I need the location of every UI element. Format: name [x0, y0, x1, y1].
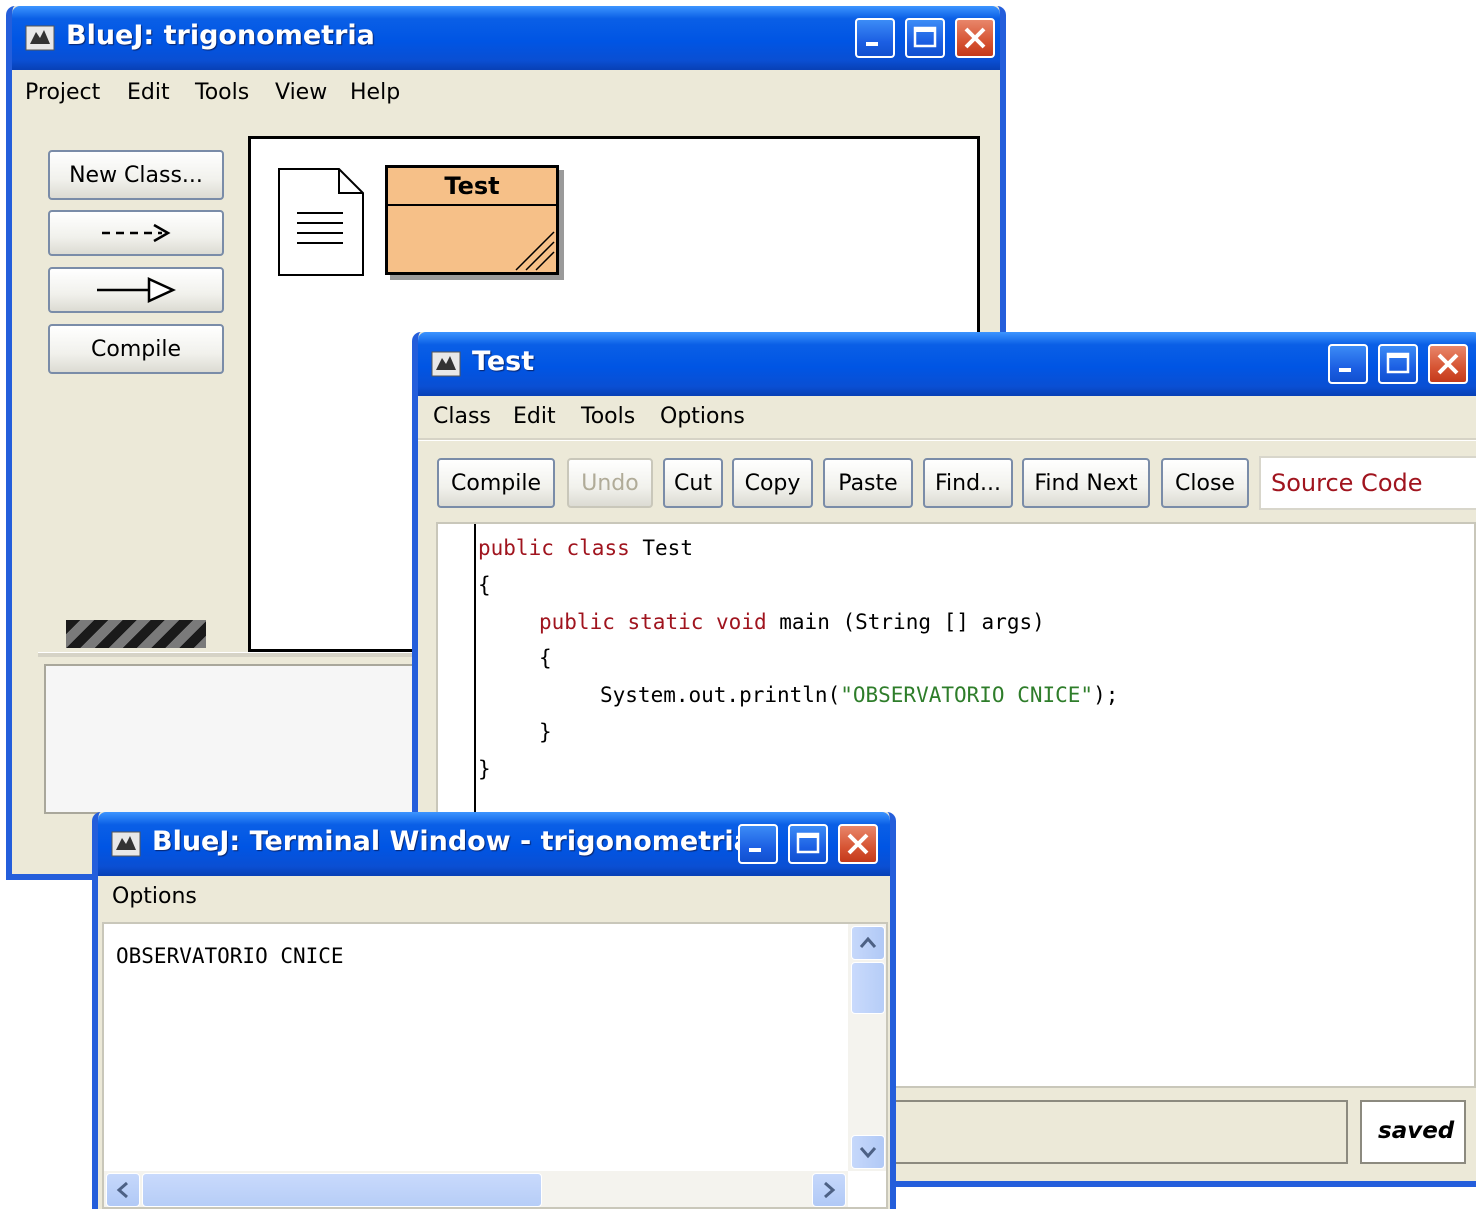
editor-compile-button[interactable]: Compile: [437, 458, 555, 508]
close-button[interactable]: [1428, 344, 1468, 384]
close-editor-button[interactable]: Close: [1161, 458, 1249, 508]
menu-options[interactable]: Options: [112, 884, 197, 909]
readme-document-icon[interactable]: [277, 167, 367, 279]
uses-arrow-button[interactable]: [48, 210, 224, 256]
dashed-arrow-icon: [102, 223, 171, 243]
resize-hatch-icon: [515, 231, 555, 271]
bluej-logo-icon: [111, 831, 141, 857]
vertical-scrollbar[interactable]: [848, 924, 886, 1171]
menu-edit[interactable]: Edit: [127, 80, 170, 105]
terminal-title-bar[interactable]: BlueJ: Terminal Window - trigonometria: [98, 812, 890, 876]
scroll-up-button[interactable]: [851, 926, 885, 960]
terminal-menu-bar: Options: [98, 874, 890, 920]
code-line-5: System.out.println("OBSERVATORIO CNICE")…: [600, 683, 1119, 707]
find-next-button[interactable]: Find Next: [1022, 458, 1150, 508]
save-status: saved: [1360, 1100, 1466, 1164]
find-button[interactable]: Find...: [923, 458, 1013, 508]
editor-menu-bar: Class Edit Tools Options: [418, 394, 1476, 440]
view-select-value: Source Code: [1271, 469, 1423, 497]
chevron-left-icon: [116, 1181, 128, 1199]
editor-window-title: Test: [472, 346, 535, 377]
menu-edit[interactable]: Edit: [513, 404, 556, 429]
minimize-button[interactable]: [738, 824, 778, 864]
compile-button[interactable]: Compile: [48, 324, 224, 374]
close-icon: [1437, 353, 1459, 375]
cut-button[interactable]: Cut: [663, 458, 723, 508]
chevron-right-icon: [824, 1181, 836, 1199]
maximize-icon: [1386, 352, 1410, 374]
chevron-up-icon: [859, 936, 877, 948]
maximize-button[interactable]: [1378, 344, 1418, 384]
progress-indicator: [66, 620, 206, 648]
minimize-button[interactable]: [1328, 344, 1368, 384]
paste-button[interactable]: Paste: [823, 458, 913, 508]
message-area: [888, 1100, 1348, 1164]
close-icon: [847, 833, 869, 855]
minimize-icon: [749, 848, 761, 852]
bluej-logo-icon: [431, 351, 461, 377]
menu-tools[interactable]: Tools: [195, 80, 249, 105]
project-window-title: BlueJ: trigonometria: [66, 20, 375, 51]
project-menu-bar: Project Edit Tools View Help: [12, 70, 1000, 116]
maximize-button[interactable]: [788, 824, 828, 864]
minimize-icon: [866, 42, 878, 46]
horizontal-scroll-thumb[interactable]: [142, 1173, 542, 1207]
class-box-test[interactable]: Test: [385, 165, 559, 275]
scroll-down-button[interactable]: [851, 1135, 885, 1169]
close-icon: [964, 27, 986, 49]
menu-class[interactable]: Class: [433, 404, 491, 429]
view-select[interactable]: Source Code: [1259, 456, 1476, 510]
menu-project[interactable]: Project: [25, 80, 100, 105]
terminal-window-title: BlueJ: Terminal Window - trigonometria: [152, 826, 752, 857]
terminal-window: BlueJ: Terminal Window - trigonometria O…: [92, 812, 896, 1209]
menu-divider: [418, 438, 1476, 441]
scroll-left-button[interactable]: [106, 1173, 140, 1207]
undo-button[interactable]: Undo: [567, 458, 653, 508]
copy-button[interactable]: Copy: [732, 458, 813, 508]
code-line-3: public static void main (String [] args): [539, 610, 1045, 634]
inheritance-arrow-button[interactable]: [48, 267, 224, 313]
menu-help[interactable]: Help: [350, 80, 400, 105]
minimize-icon: [1339, 368, 1351, 372]
project-title-bar[interactable]: BlueJ: trigonometria: [12, 6, 1000, 70]
chevron-down-icon: [859, 1147, 877, 1159]
new-class-button[interactable]: New Class...: [48, 150, 224, 200]
vertical-scroll-thumb[interactable]: [851, 962, 885, 1014]
minimize-button[interactable]: [855, 18, 895, 58]
menu-options[interactable]: Options: [660, 404, 745, 429]
scroll-right-button[interactable]: [812, 1173, 846, 1207]
code-line-2: {: [478, 573, 491, 597]
terminal-output-pane[interactable]: OBSERVATORIO CNICE: [102, 922, 888, 1209]
inheritance-arrow-icon: [97, 277, 177, 303]
maximize-icon: [913, 26, 937, 48]
class-box-name: Test: [444, 172, 500, 200]
code-line-6: }: [539, 720, 552, 744]
close-button[interactable]: [955, 18, 995, 58]
editor-title-bar[interactable]: Test: [418, 332, 1476, 396]
terminal-output-text: OBSERVATORIO CNICE: [116, 944, 344, 968]
maximize-icon: [796, 832, 820, 854]
horizontal-scrollbar[interactable]: [104, 1171, 848, 1207]
menu-view[interactable]: View: [275, 80, 327, 105]
code-line-4: {: [539, 646, 552, 670]
bluej-logo-icon: [25, 25, 55, 51]
code-line-1: public class Test: [478, 536, 693, 560]
maximize-button[interactable]: [905, 18, 945, 58]
save-status-label: saved: [1378, 1118, 1455, 1144]
close-button[interactable]: [838, 824, 878, 864]
class-box-divider: [388, 204, 556, 206]
menu-tools[interactable]: Tools: [581, 404, 635, 429]
code-line-7: }: [478, 757, 491, 781]
